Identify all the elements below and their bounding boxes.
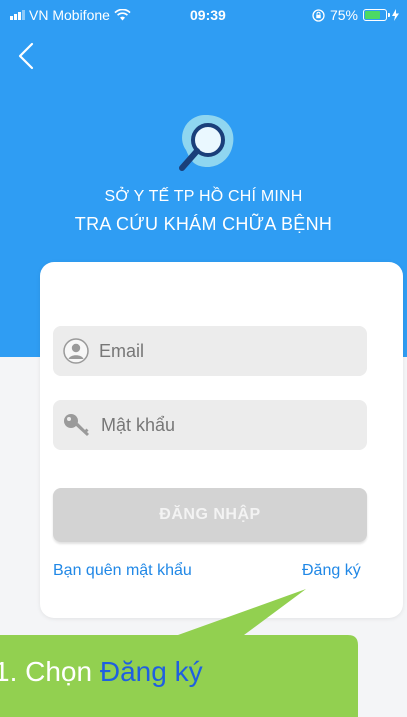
- forgot-password-link[interactable]: Bạn quên mật khẩu: [53, 562, 192, 580]
- callout-text: 1. Chọn Đăng ký: [0, 656, 203, 688]
- callout-shape: [0, 589, 358, 717]
- callout-prefix: 1. Chọn: [0, 656, 100, 687]
- lock-rotation-icon: [312, 8, 325, 22]
- title-line-2: TRA CỨU KHÁM CHỮA BỆNH: [74, 214, 333, 234]
- magnifier-logo-icon: [170, 110, 240, 180]
- login-button[interactable]: ĐĂNG NHẬP: [53, 488, 367, 542]
- key-icon: [64, 414, 89, 436]
- signal-strength-icon: [10, 10, 25, 20]
- back-chevron-icon: [18, 42, 34, 70]
- email-input[interactable]: [99, 340, 329, 362]
- app-title: SỞ Y TẾ TP HỒ CHÍ MINH TRA CỨU KHÁM CHỮA…: [0, 188, 407, 235]
- register-link[interactable]: Đăng ký: [302, 562, 361, 580]
- charging-icon: [392, 9, 399, 21]
- carrier-name: VN Mobifone: [29, 7, 110, 23]
- password-field[interactable]: [53, 400, 367, 450]
- password-input[interactable]: [101, 414, 331, 436]
- callout-highlight: Đăng ký: [99, 656, 203, 687]
- status-bar: VN Mobifone 09:39 75%: [0, 0, 407, 32]
- wifi-icon: [114, 9, 131, 21]
- status-time: 09:39: [190, 7, 226, 23]
- back-button[interactable]: [18, 38, 48, 78]
- battery-icon: [363, 9, 390, 21]
- title-line-1: SỞ Y TẾ TP HỒ CHÍ MINH: [104, 188, 303, 205]
- status-right: 75%: [312, 7, 399, 23]
- email-field[interactable]: [53, 326, 367, 376]
- battery-percent: 75%: [329, 7, 358, 23]
- user-icon: [63, 338, 89, 364]
- status-left: VN Mobifone: [10, 7, 131, 23]
- battery-fill: [365, 11, 380, 19]
- instruction-callout: 1. Chọn Đăng ký: [0, 589, 360, 717]
